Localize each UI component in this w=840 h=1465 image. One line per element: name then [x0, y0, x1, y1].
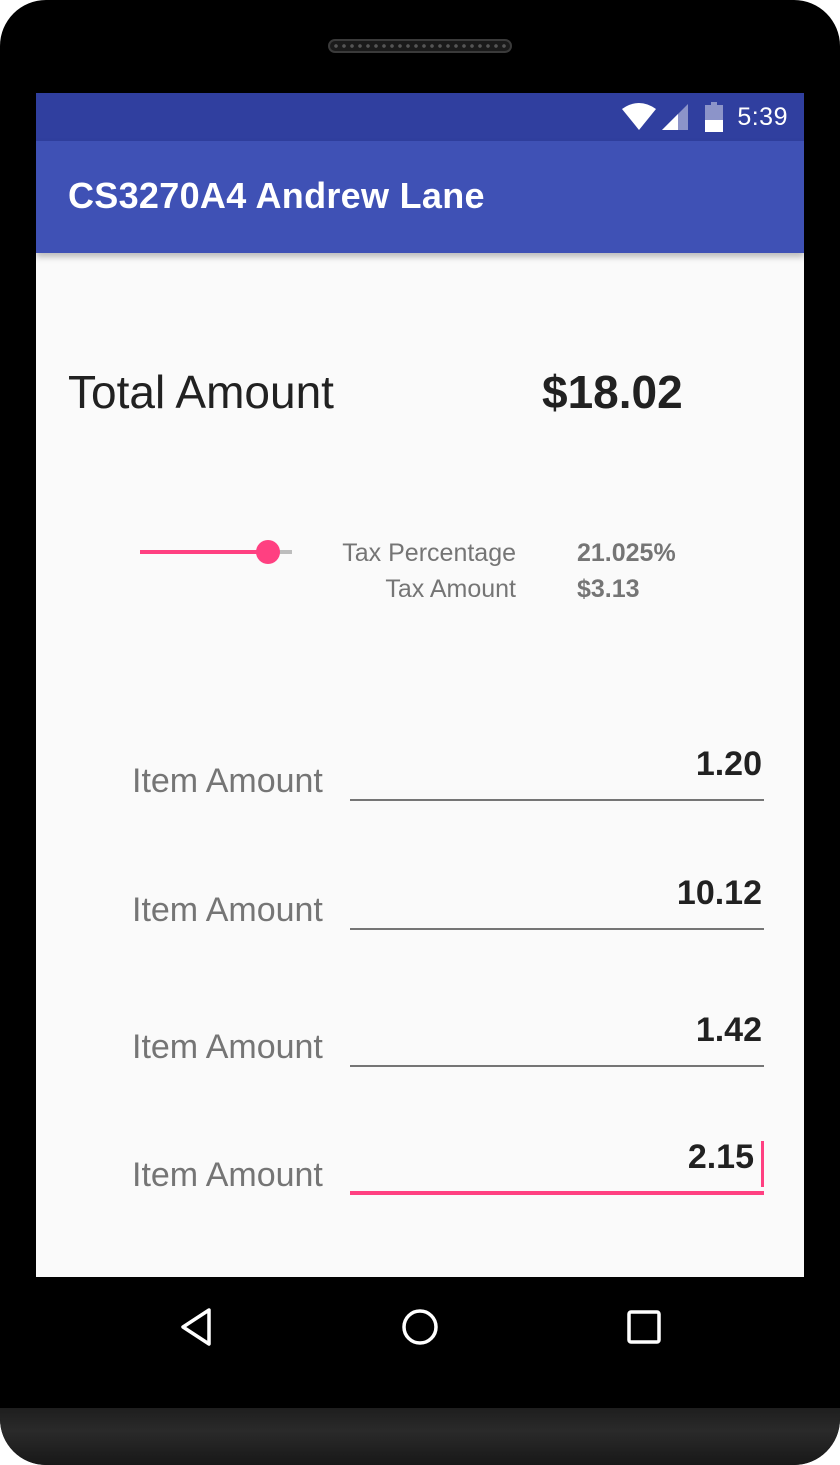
tax-percentage-value: 21.025%	[577, 539, 676, 567]
slider-fill	[140, 550, 268, 554]
cell-signal-icon	[661, 103, 689, 131]
item-amount-field	[350, 721, 764, 801]
battery-icon	[705, 102, 724, 132]
device-frame: 5:39 CS3270A4 Andrew Lane Total Amount $…	[0, 0, 840, 1465]
total-amount-label: Total Amount	[68, 366, 334, 418]
status-icons: 5:39	[621, 93, 788, 141]
navigation-bar	[36, 1277, 804, 1377]
tax-percentage-slider[interactable]	[140, 539, 292, 565]
item-amount-label: Item Amount	[132, 762, 323, 800]
recents-button[interactable]	[620, 1305, 668, 1353]
item-row: Item Amount	[132, 987, 764, 1067]
slider-thumb[interactable]	[256, 540, 280, 564]
item-amount-input[interactable]	[350, 1007, 764, 1067]
item-row: Item Amount	[132, 721, 764, 801]
back-icon	[178, 1307, 214, 1352]
status-time: 5:39	[737, 102, 788, 131]
app-screen: 5:39 CS3270A4 Andrew Lane Total Amount $…	[36, 93, 804, 1277]
tax-amount-label: Tax Amount	[385, 575, 516, 603]
item-amount-input-focused[interactable]	[350, 1135, 764, 1195]
status-bar: 5:39	[36, 93, 804, 141]
item-amount-field	[350, 850, 764, 930]
item-amount-input[interactable]	[350, 870, 764, 930]
device-chin	[0, 1408, 840, 1465]
wifi-icon	[621, 103, 657, 131]
item-amount-input[interactable]	[350, 741, 764, 801]
app-title: CS3270A4 Andrew Lane	[68, 175, 485, 216]
earpiece-speaker	[328, 39, 512, 53]
item-amount-field	[350, 1115, 764, 1195]
item-amount-field	[350, 987, 764, 1067]
back-button[interactable]	[172, 1305, 220, 1353]
item-amount-label: Item Amount	[132, 1028, 323, 1066]
recents-icon	[626, 1309, 662, 1350]
item-amount-label: Item Amount	[132, 1156, 323, 1194]
home-icon	[400, 1307, 440, 1352]
total-amount-value: $18.02	[542, 366, 683, 418]
item-amount-label: Item Amount	[132, 891, 323, 929]
home-button[interactable]	[396, 1305, 444, 1353]
item-row: Item Amount	[132, 1115, 764, 1195]
app-bar: CS3270A4 Andrew Lane	[36, 141, 804, 253]
tax-percentage-label: Tax Percentage	[342, 539, 516, 567]
tax-amount-value: $3.13	[577, 575, 640, 603]
text-caret	[761, 1141, 764, 1187]
item-row: Item Amount	[132, 850, 764, 930]
